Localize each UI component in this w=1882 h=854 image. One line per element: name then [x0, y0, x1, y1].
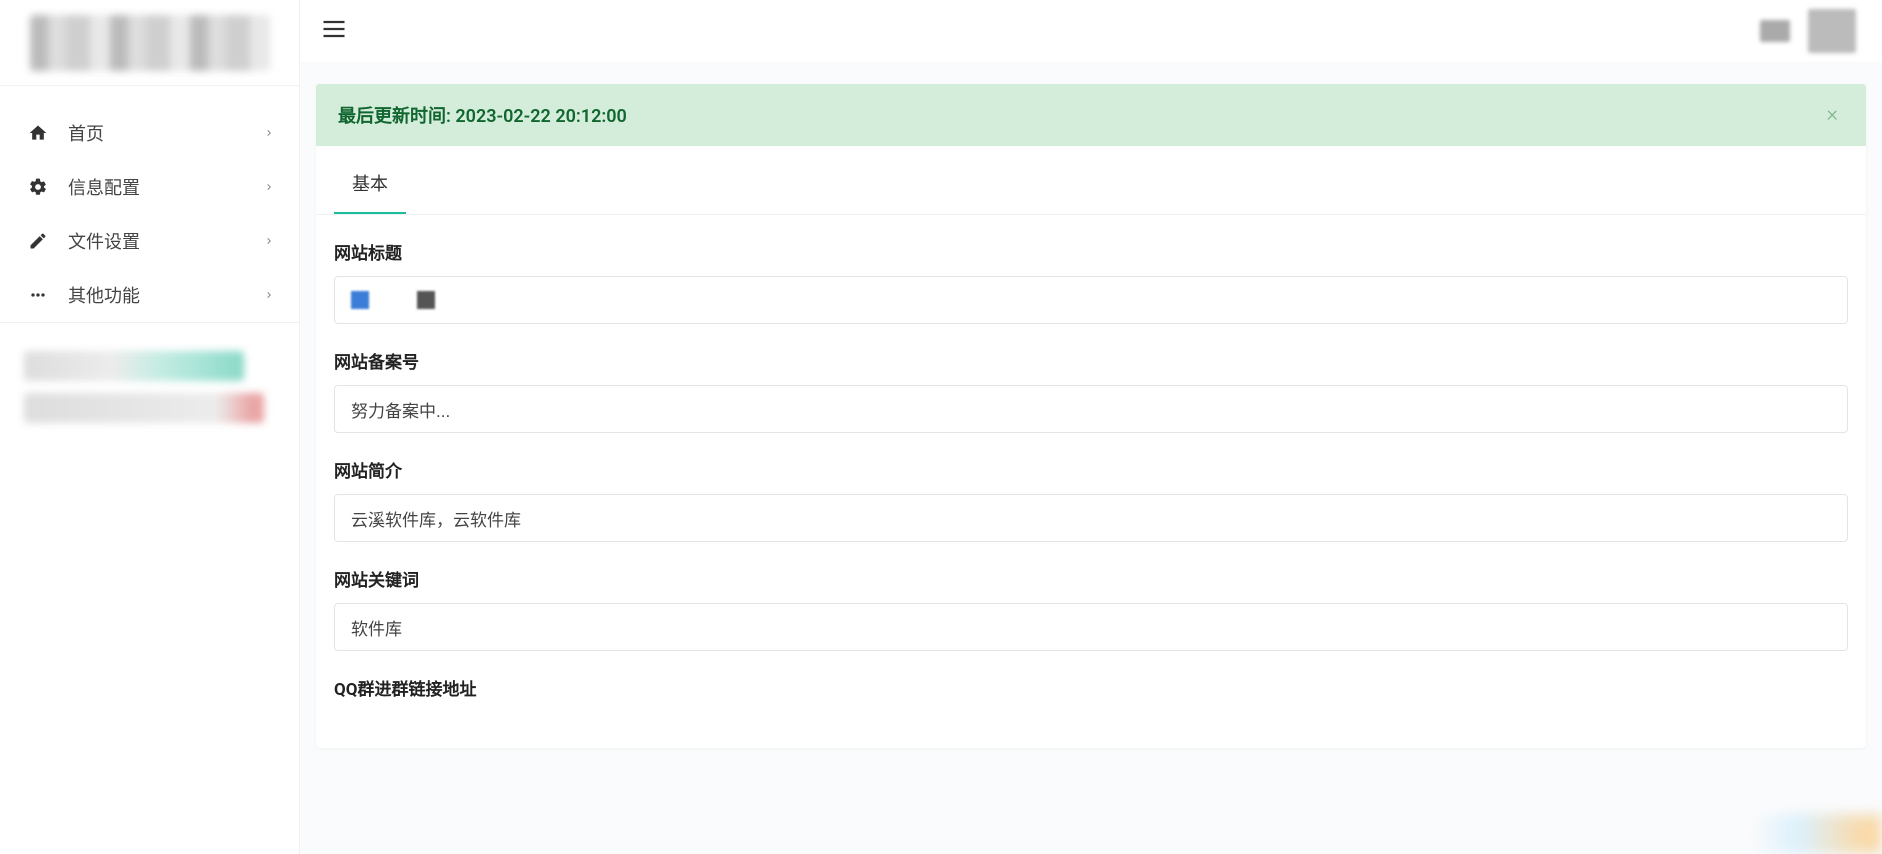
form-group-qq-group: QQ群进群链接地址	[334, 675, 1848, 700]
sidebar-item-label: 首页	[68, 120, 263, 146]
chevron-right-icon	[263, 231, 275, 252]
site-title-label: 网站标题	[334, 239, 1848, 264]
form-group-site-title: 网站标题	[334, 239, 1848, 324]
settings-form: 网站标题 网站备案号 网站简介	[316, 215, 1866, 700]
topbar	[300, 0, 1882, 62]
avatar[interactable]	[1808, 9, 1856, 53]
site-record-label: 网站备案号	[334, 348, 1848, 373]
sidebar-item-label: 文件设置	[68, 228, 263, 254]
topbar-action[interactable]	[1760, 20, 1790, 42]
dots-icon	[26, 285, 50, 305]
sidebar-item-home[interactable]: 首页	[0, 106, 299, 160]
alert-text: 最后更新时间: 2023-02-22 20:12:00	[338, 102, 1820, 128]
form-group-site-keywords: 网站关键词	[334, 566, 1848, 651]
sidebar-widget	[24, 351, 244, 381]
sidebar-widget	[24, 393, 264, 423]
menu-toggle-button[interactable]	[320, 15, 348, 47]
main: 最后更新时间: 2023-02-22 20:12:00 × 基本 网站标题	[300, 0, 1882, 854]
sidebar-item-label: 信息配置	[68, 174, 263, 200]
site-title-input[interactable]	[334, 276, 1848, 324]
pencil-icon	[26, 231, 50, 251]
settings-card: 最后更新时间: 2023-02-22 20:12:00 × 基本 网站标题	[316, 84, 1866, 748]
sidebar-item-info-config[interactable]: 信息配置	[0, 160, 299, 214]
tab-basic[interactable]: 基本	[334, 170, 406, 214]
chevron-right-icon	[263, 177, 275, 198]
close-icon[interactable]: ×	[1820, 104, 1844, 126]
home-icon	[26, 123, 50, 143]
tabs: 基本	[316, 146, 1866, 215]
form-group-site-desc: 网站简介	[334, 457, 1848, 542]
sidebar: 首页 信息配置 文件设置	[0, 0, 300, 854]
form-group-site-record: 网站备案号	[334, 348, 1848, 433]
site-desc-input[interactable]	[334, 494, 1848, 542]
chevron-right-icon	[263, 285, 275, 306]
content: 最后更新时间: 2023-02-22 20:12:00 × 基本 网站标题	[300, 62, 1882, 748]
site-desc-label: 网站简介	[334, 457, 1848, 482]
sidebar-extra	[0, 323, 299, 463]
obscured-content	[351, 291, 369, 309]
sidebar-item-label: 其他功能	[68, 282, 263, 308]
chevron-right-icon	[263, 123, 275, 144]
nav: 首页 信息配置 文件设置	[0, 86, 299, 323]
site-keywords-label: 网站关键词	[334, 566, 1848, 591]
site-record-input[interactable]	[334, 385, 1848, 433]
logo	[30, 15, 270, 71]
obscured-content	[417, 291, 435, 309]
site-keywords-input[interactable]	[334, 603, 1848, 651]
sidebar-item-file-settings[interactable]: 文件设置	[0, 214, 299, 268]
update-alert: 最后更新时间: 2023-02-22 20:12:00 ×	[316, 84, 1866, 146]
qq-group-label: QQ群进群链接地址	[334, 675, 1848, 700]
logo-area	[0, 0, 299, 86]
gear-icon	[26, 177, 50, 197]
sidebar-item-other[interactable]: 其他功能	[0, 268, 299, 322]
